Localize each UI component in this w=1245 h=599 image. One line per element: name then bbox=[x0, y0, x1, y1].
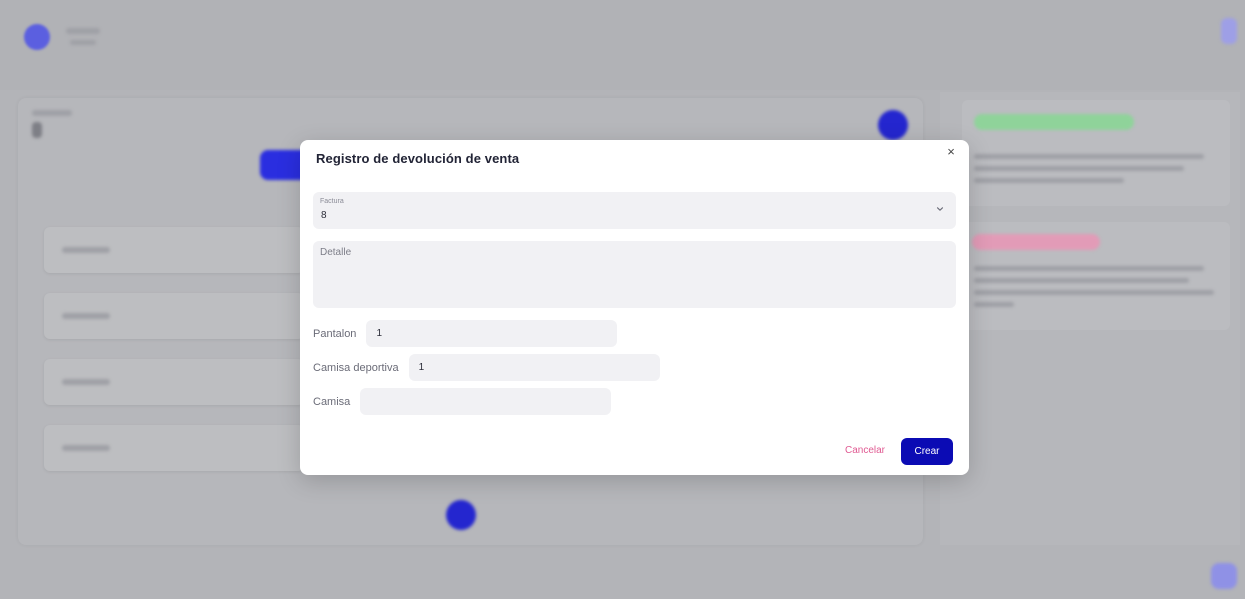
background-list-row bbox=[44, 227, 304, 273]
background-pagination-button bbox=[446, 500, 476, 530]
product-quantity-row: Camisa deportiva bbox=[313, 354, 660, 381]
create-button[interactable]: Crear bbox=[901, 438, 953, 465]
background-list-row bbox=[44, 425, 304, 471]
product-quantity-row: Camisa bbox=[313, 388, 612, 415]
background-bottom-right-button bbox=[1211, 563, 1237, 589]
background-tag-green bbox=[974, 114, 1134, 130]
product-quantity-label: Camisa deportiva bbox=[313, 361, 399, 374]
modal-title: Registro de devolución de venta bbox=[316, 151, 520, 166]
product-quantity-label: Camisa bbox=[313, 395, 351, 408]
invoice-select-label: Factura bbox=[320, 198, 344, 205]
close-icon[interactable]: × bbox=[943, 144, 959, 160]
chevron-down-icon bbox=[936, 207, 944, 211]
background-card-title bbox=[32, 110, 72, 116]
background-avatar bbox=[24, 24, 50, 50]
background-list-row bbox=[44, 359, 304, 405]
invoice-select-value: 8 bbox=[321, 210, 327, 221]
detail-textarea[interactable] bbox=[313, 241, 956, 308]
background-top-right-button bbox=[1221, 18, 1237, 44]
background-circle-button bbox=[878, 110, 908, 140]
background-username bbox=[66, 28, 100, 34]
return-registration-modal: Registro de devolución de venta × Factur… bbox=[300, 140, 969, 475]
product-quantity-input[interactable] bbox=[366, 320, 618, 347]
product-quantity-input[interactable] bbox=[408, 354, 660, 381]
background-notice-card bbox=[962, 100, 1230, 206]
background-user-role bbox=[70, 40, 96, 45]
background-card-counter bbox=[32, 122, 42, 138]
product-quantity-row: Pantalon bbox=[313, 320, 618, 347]
background-list-row bbox=[44, 293, 304, 339]
background-header bbox=[0, 0, 1245, 90]
product-quantity-input[interactable] bbox=[360, 388, 612, 415]
invoice-select[interactable]: Factura 8 bbox=[313, 192, 956, 229]
background-tag-pink bbox=[972, 234, 1100, 250]
cancel-button[interactable]: Cancelar bbox=[845, 445, 885, 456]
product-quantity-label: Pantalon bbox=[313, 327, 357, 340]
background-notice-card bbox=[962, 222, 1230, 330]
